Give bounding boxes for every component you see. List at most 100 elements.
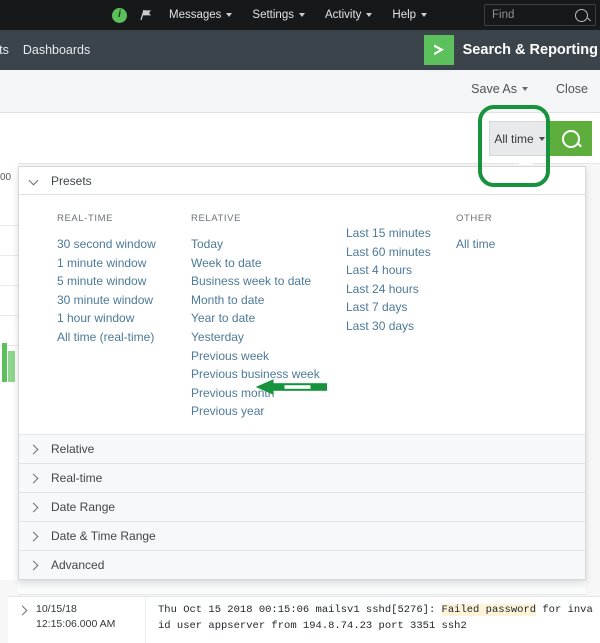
- preset-all-time[interactable]: All time: [456, 235, 566, 254]
- preset-today[interactable]: Today: [191, 235, 346, 254]
- nav-item-help[interactable]: Help: [392, 9, 427, 21]
- nav-item-help-label: Help: [392, 9, 416, 21]
- accordion-label: Date Range: [51, 500, 115, 514]
- preset-1-minute-window[interactable]: 1 minute window: [57, 254, 191, 273]
- nav-item-activity[interactable]: Activity: [325, 9, 372, 21]
- preset-30-second-window[interactable]: 30 second window: [57, 235, 191, 254]
- preset-previous-year[interactable]: Previous year: [191, 402, 346, 421]
- preset-last-60-minutes[interactable]: Last 60 minutes: [346, 243, 456, 262]
- nav-item-settings-label: Settings: [252, 9, 294, 21]
- appbar-item-alerts[interactable]: erts: [0, 43, 9, 57]
- event-message: Thu Oct 15 2018 00:15:06 mailsv1 sshd[52…: [146, 597, 600, 643]
- close-label: Close: [556, 82, 588, 96]
- presets-column-relative: RELATIVE Today Week to date Business wee…: [191, 213, 346, 421]
- accordion-label: Relative: [51, 442, 94, 456]
- gridline: [0, 256, 18, 286]
- app-identity: Search & Reporting: [424, 30, 600, 70]
- chevron-right-icon: [29, 560, 39, 570]
- presets-section-header[interactable]: Presets: [19, 167, 585, 195]
- event-result-row[interactable]: 10/15/18 12:15:06.000 AM Thu Oct 15 2018…: [8, 596, 600, 643]
- accordion-row-advanced[interactable]: Advanced: [19, 550, 585, 579]
- accordion-label: Real-time: [51, 471, 102, 485]
- presets-column-other: OTHER All time: [456, 213, 566, 421]
- nav-left-spacer: [0, 15, 112, 16]
- preset-previous-week[interactable]: Previous week: [191, 347, 346, 366]
- chevron-down-icon: [421, 13, 427, 17]
- chevron-down-icon: [299, 13, 305, 17]
- accordion-label: Date & Time Range: [51, 529, 156, 543]
- chevron-right-icon: [29, 444, 39, 454]
- gridline: [0, 316, 18, 346]
- save-as-label: Save As: [471, 82, 517, 96]
- find-input-placeholder: Find: [492, 9, 575, 21]
- nav-item-settings[interactable]: Settings: [252, 9, 305, 21]
- chevron-down-icon: [522, 87, 528, 91]
- time-range-picker-button[interactable]: All time: [489, 121, 549, 156]
- chevron-down-icon: [226, 13, 232, 17]
- event-message-line2: id user appserver from 194.8.74.23 port …: [158, 620, 467, 632]
- accordion-row-relative[interactable]: Relative: [19, 434, 585, 463]
- preset-month-to-date[interactable]: Month to date: [191, 291, 346, 310]
- splunk-chevron-logo-icon: [424, 35, 454, 65]
- time-range-popover: Presets REAL-TIME 30 second window 1 min…: [18, 166, 586, 580]
- save-as-button[interactable]: Save As: [471, 82, 528, 96]
- info-badge-icon[interactable]: i: [112, 8, 127, 23]
- preset-yesterday[interactable]: Yesterday: [191, 328, 346, 347]
- chevron-right-icon: [29, 502, 39, 512]
- chart-bar: [8, 351, 15, 382]
- search-icon: [575, 9, 588, 22]
- chevron-down-icon: [366, 13, 372, 17]
- event-date: 10/15/18: [36, 602, 145, 617]
- app-bar: erts Dashboards Search & Reporting: [0, 30, 600, 70]
- preset-previous-month[interactable]: Previous month: [191, 384, 346, 403]
- nav-item-activity-label: Activity: [325, 9, 361, 21]
- action-buttons: Save As Close: [443, 82, 588, 96]
- nav-item-messages-label: Messages: [169, 9, 221, 21]
- accordion-row-date-range[interactable]: Date Range: [19, 492, 585, 521]
- find-search-box[interactable]: Find: [484, 4, 596, 26]
- accordion-row-real-time[interactable]: Real-time: [19, 463, 585, 492]
- chart-bar: [2, 343, 7, 382]
- event-expand-toggle[interactable]: [8, 597, 36, 643]
- column-heading: OTHER: [456, 213, 566, 224]
- chevron-right-icon: [18, 605, 27, 614]
- event-message-post: for inva: [536, 604, 593, 616]
- obscured-result-row: [18, 581, 586, 595]
- chevron-down-icon: [539, 137, 545, 141]
- preset-week-to-date[interactable]: Week to date: [191, 254, 346, 273]
- preset-last-24-hours[interactable]: Last 24 hours: [346, 280, 456, 299]
- event-message-highlight[interactable]: Failed password: [442, 604, 537, 616]
- presets-section-title: Presets: [51, 174, 92, 188]
- search-icon: [562, 130, 580, 148]
- column-heading: RELATIVE: [191, 213, 346, 224]
- splunk-time-range-picker-screen: i Messages Settings Activity Help Find e…: [0, 0, 600, 643]
- preset-business-week-to-date[interactable]: Business week to date: [191, 272, 346, 291]
- column-heading: REAL-TIME: [57, 213, 191, 224]
- preset-5-minute-window[interactable]: 5 minute window: [57, 272, 191, 291]
- time-range-picker-label: All time: [494, 132, 533, 146]
- global-top-nav: i Messages Settings Activity Help Find: [0, 0, 600, 30]
- preset-last-30-days[interactable]: Last 30 days: [346, 317, 456, 336]
- close-button[interactable]: Close: [556, 82, 588, 96]
- preset-year-to-date[interactable]: Year to date: [191, 309, 346, 328]
- preset-1-hour-window[interactable]: 1 hour window: [57, 309, 191, 328]
- chevron-down-icon: [29, 176, 39, 186]
- presets-column-last: Last 15 minutes Last 60 minutes Last 4 h…: [346, 213, 456, 421]
- preset-30-minute-window[interactable]: 30 minute window: [57, 291, 191, 310]
- appbar-item-dashboards[interactable]: Dashboards: [23, 43, 90, 57]
- event-message-pre: Thu Oct 15 2018 00:15:06 mailsv1 sshd[52…: [158, 604, 442, 616]
- preset-previous-business-week[interactable]: Previous business week: [191, 365, 346, 384]
- accordion-row-date-time-range[interactable]: Date & Time Range: [19, 521, 585, 550]
- preset-last-15-minutes[interactable]: Last 15 minutes: [346, 224, 456, 243]
- preset-all-time-real-time[interactable]: All time (real-time): [57, 328, 191, 347]
- search-bar-row: All time: [0, 113, 600, 164]
- presets-column-real-time: REAL-TIME 30 second window 1 minute wind…: [57, 213, 191, 421]
- event-time: 12:15:06.000 AM: [36, 617, 145, 632]
- preset-last-7-days[interactable]: Last 7 days: [346, 298, 456, 317]
- preset-last-4-hours[interactable]: Last 4 hours: [346, 261, 456, 280]
- run-search-button[interactable]: [549, 121, 592, 156]
- nav-item-messages[interactable]: Messages: [169, 9, 232, 21]
- activity-flag-icon[interactable]: [139, 8, 153, 22]
- event-timestamp: 10/15/18 12:15:06.000 AM: [36, 597, 146, 643]
- search-action-bar: Save As Close: [0, 70, 600, 113]
